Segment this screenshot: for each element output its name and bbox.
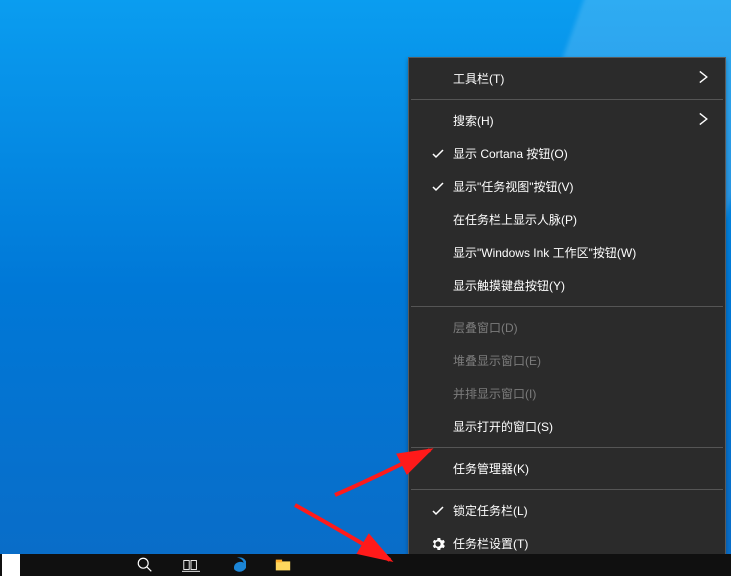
menu-lock-taskbar[interactable]: 锁定任务栏(L) (409, 494, 725, 527)
menu-label: 显示"任务视图"按钮(V) (453, 178, 711, 195)
menu-show-open[interactable]: 显示打开的窗口(S) (409, 410, 725, 443)
check-icon (423, 181, 453, 193)
taskbar-unknown-button[interactable] (2, 554, 20, 576)
chevron-right-icon (697, 70, 711, 87)
menu-show-people[interactable]: 在任务栏上显示人脉(P) (409, 203, 725, 236)
search-icon[interactable] (122, 554, 168, 576)
task-view-icon[interactable] (168, 554, 214, 576)
menu-cascade: 层叠窗口(D) (409, 311, 725, 344)
menu-show-ink[interactable]: 显示"Windows Ink 工作区"按钮(W) (409, 236, 725, 269)
menu-label: 层叠窗口(D) (453, 319, 711, 336)
check-icon (423, 505, 453, 517)
separator (411, 99, 723, 100)
taskbar[interactable] (0, 554, 731, 576)
separator (411, 306, 723, 307)
menu-label: 锁定任务栏(L) (453, 502, 711, 519)
menu-show-touchkb[interactable]: 显示触摸键盘按钮(Y) (409, 269, 725, 302)
menu-label: 显示触摸键盘按钮(Y) (453, 277, 711, 294)
menu-toolbars[interactable]: 工具栏(T) (409, 62, 725, 95)
menu-label: 显示打开的窗口(S) (453, 418, 711, 435)
menu-label: 任务栏设置(T) (453, 535, 711, 552)
menu-task-manager[interactable]: 任务管理器(K) (409, 452, 725, 485)
menu-label: 显示"Windows Ink 工作区"按钮(W) (453, 244, 711, 261)
menu-label: 搜索(H) (453, 112, 697, 129)
menu-label: 显示 Cortana 按钮(O) (453, 145, 711, 162)
menu-search[interactable]: 搜索(H) (409, 104, 725, 137)
menu-show-taskview[interactable]: 显示"任务视图"按钮(V) (409, 170, 725, 203)
menu-label: 堆叠显示窗口(E) (453, 352, 711, 369)
edge-icon[interactable] (214, 554, 260, 576)
menu-show-cortana[interactable]: 显示 Cortana 按钮(O) (409, 137, 725, 170)
menu-label: 并排显示窗口(I) (453, 385, 711, 402)
menu-sidebyside: 并排显示窗口(I) (409, 377, 725, 410)
menu-label: 工具栏(T) (453, 70, 697, 87)
check-icon (423, 148, 453, 160)
menu-stacked: 堆叠显示窗口(E) (409, 344, 725, 377)
separator (411, 489, 723, 490)
menu-label: 任务管理器(K) (453, 460, 711, 477)
separator (411, 447, 723, 448)
chevron-right-icon (697, 112, 711, 129)
gear-icon (423, 537, 453, 551)
taskbar-context-menu: 工具栏(T) 搜索(H) 显示 Cortana 按钮(O) 显示"任务视图"按钮… (408, 57, 726, 565)
file-explorer-icon[interactable] (260, 554, 306, 576)
menu-label: 在任务栏上显示人脉(P) (453, 211, 711, 228)
